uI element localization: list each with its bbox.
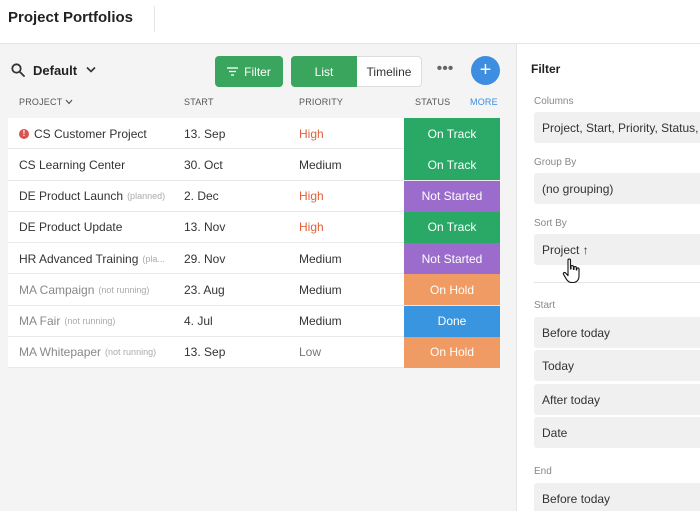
- sort-by-label: Sort By: [534, 218, 567, 229]
- toolbar: Default Filter List Timeline ••• +: [0, 44, 516, 94]
- filter-panel: Filter Columns Project, Start, Priority,…: [516, 44, 700, 511]
- priority-value: High: [299, 220, 324, 235]
- start-date: 13. Nov: [184, 220, 226, 235]
- table-row[interactable]: HR Advanced Training (pla... 29. Nov Medium…: [8, 243, 500, 275]
- end-option-before-today[interactable]: Before today: [534, 483, 700, 511]
- table-row[interactable]: MA Whitepaper (not running) 13. Sep Low On H…: [8, 336, 500, 368]
- table-body: ! CS Customer Project 13. Sep High On Track C…: [8, 118, 500, 368]
- status-badge[interactable]: On Hold: [404, 274, 500, 306]
- priority-value: Medium: [299, 314, 342, 328]
- priority-value: Medium: [299, 157, 342, 172]
- column-header-start[interactable]: START: [184, 97, 214, 107]
- divider: [534, 282, 700, 283]
- project-note: (planned): [127, 191, 166, 201]
- column-header-project[interactable]: PROJECT: [19, 97, 62, 107]
- project-name[interactable]: DE Product Update: [19, 220, 122, 234]
- filter-icon: [227, 67, 239, 76]
- start-date: 30. Oct: [184, 157, 223, 172]
- status-badge[interactable]: Not Started: [404, 180, 500, 212]
- top-bar: Project Portfolios: [0, 0, 700, 44]
- status-badge[interactable]: Done: [404, 305, 500, 337]
- filter-button-label: Filter: [244, 64, 271, 79]
- project-cell: DE Product Launch (planned): [19, 181, 179, 212]
- column-header-status[interactable]: STATUS: [415, 97, 450, 107]
- project-name[interactable]: CS Customer Project: [34, 127, 147, 141]
- table-row[interactable]: DE Product Update 13. Nov High On Track: [8, 211, 500, 243]
- status-badge[interactable]: On Hold: [404, 336, 500, 368]
- start-date: 4. Jul: [184, 314, 213, 328]
- start-date: 13. Sep: [184, 345, 226, 360]
- sort-chevron-icon[interactable]: [65, 99, 73, 105]
- sort-by-field[interactable]: Project ↑: [534, 234, 700, 265]
- start-option-today[interactable]: Today: [534, 350, 700, 381]
- priority-value: High: [299, 189, 324, 203]
- table-row[interactable]: ! CS Customer Project 13. Sep High On Track: [8, 118, 500, 150]
- project-cell: MA Whitepaper (not running): [19, 337, 179, 368]
- filter-button[interactable]: Filter: [215, 56, 283, 87]
- project-cell: DE Product Update: [19, 212, 179, 243]
- tab-list[interactable]: List: [291, 56, 357, 87]
- status-badge[interactable]: On Track: [404, 211, 500, 243]
- table-header: PROJECT START PRIORITY STATUS MORE: [8, 97, 500, 117]
- project-name[interactable]: MA Whitepaper: [19, 345, 101, 359]
- columns-field[interactable]: Project, Start, Priority, Status,: [534, 112, 700, 143]
- page-title: Project Portfolios: [8, 9, 134, 26]
- table-row[interactable]: CS Learning Center 30. Oct Medium On Track: [8, 149, 500, 181]
- more-options-icon[interactable]: •••: [434, 60, 456, 82]
- project-note: (pla...: [142, 253, 165, 264]
- project-name[interactable]: HR Advanced Training: [19, 252, 138, 266]
- start-option-after-today[interactable]: After today: [534, 384, 700, 415]
- project-name[interactable]: CS Learning Center: [19, 158, 125, 172]
- priority-value: Low: [299, 345, 322, 360]
- start-date: 13. Sep: [184, 126, 226, 141]
- status-badge[interactable]: On Track: [404, 149, 500, 181]
- priority-value: High: [299, 126, 324, 141]
- table-row[interactable]: DE Product Launch (planned) 2. Dec High Not …: [8, 180, 500, 212]
- hand-cursor-icon: [562, 258, 580, 284]
- group-by-field[interactable]: (no grouping): [534, 173, 700, 204]
- status-badge[interactable]: Not Started: [404, 243, 500, 274]
- tab-timeline[interactable]: Timeline: [357, 56, 422, 87]
- project-cell: ! CS Customer Project: [19, 118, 179, 149]
- divider: [154, 6, 155, 32]
- more-columns-link[interactable]: MORE: [470, 97, 498, 107]
- project-name[interactable]: DE Product Launch: [19, 189, 123, 203]
- start-option-date[interactable]: Date: [534, 417, 700, 448]
- view-selector[interactable]: Default: [33, 63, 77, 78]
- chevron-down-icon[interactable]: [86, 66, 96, 74]
- group-by-label: Group By: [534, 157, 577, 168]
- project-name[interactable]: MA Campaign: [19, 283, 94, 297]
- project-name[interactable]: MA Fair: [19, 314, 60, 328]
- table-row[interactable]: MA Campaign (not running) 23. Aug Medium On …: [8, 274, 500, 306]
- project-cell: MA Campaign (not running): [19, 274, 179, 305]
- project-cell: HR Advanced Training (pla...: [19, 243, 179, 274]
- add-project-button[interactable]: +: [471, 56, 500, 85]
- status-badge[interactable]: On Track: [404, 118, 500, 149]
- warning-icon: !: [19, 128, 29, 139]
- priority-value: Medium: [299, 251, 342, 266]
- start-label: Start: [534, 300, 556, 311]
- start-date: 23. Aug: [184, 282, 225, 297]
- search-icon[interactable]: [11, 63, 25, 77]
- table-row[interactable]: MA Fair (not running) 4. Jul Medium Done: [8, 305, 500, 337]
- filter-panel-title: Filter: [531, 62, 561, 76]
- project-cell: MA Fair (not running): [19, 306, 179, 337]
- project-cell: CS Learning Center: [19, 149, 179, 180]
- project-note: (not running): [98, 284, 150, 295]
- columns-label: Columns: [534, 96, 574, 107]
- column-header-priority[interactable]: PRIORITY: [299, 97, 343, 107]
- main-area: Default Filter List Timeline ••• + PROJE…: [0, 44, 516, 511]
- priority-value: Medium: [299, 282, 342, 297]
- start-date: 29. Nov: [184, 251, 226, 266]
- start-option-before-today[interactable]: Before today: [534, 317, 700, 348]
- project-note: (not running): [105, 347, 157, 358]
- start-date: 2. Dec: [184, 189, 219, 203]
- end-label: End: [534, 466, 552, 477]
- project-note: (not running): [64, 316, 116, 326]
